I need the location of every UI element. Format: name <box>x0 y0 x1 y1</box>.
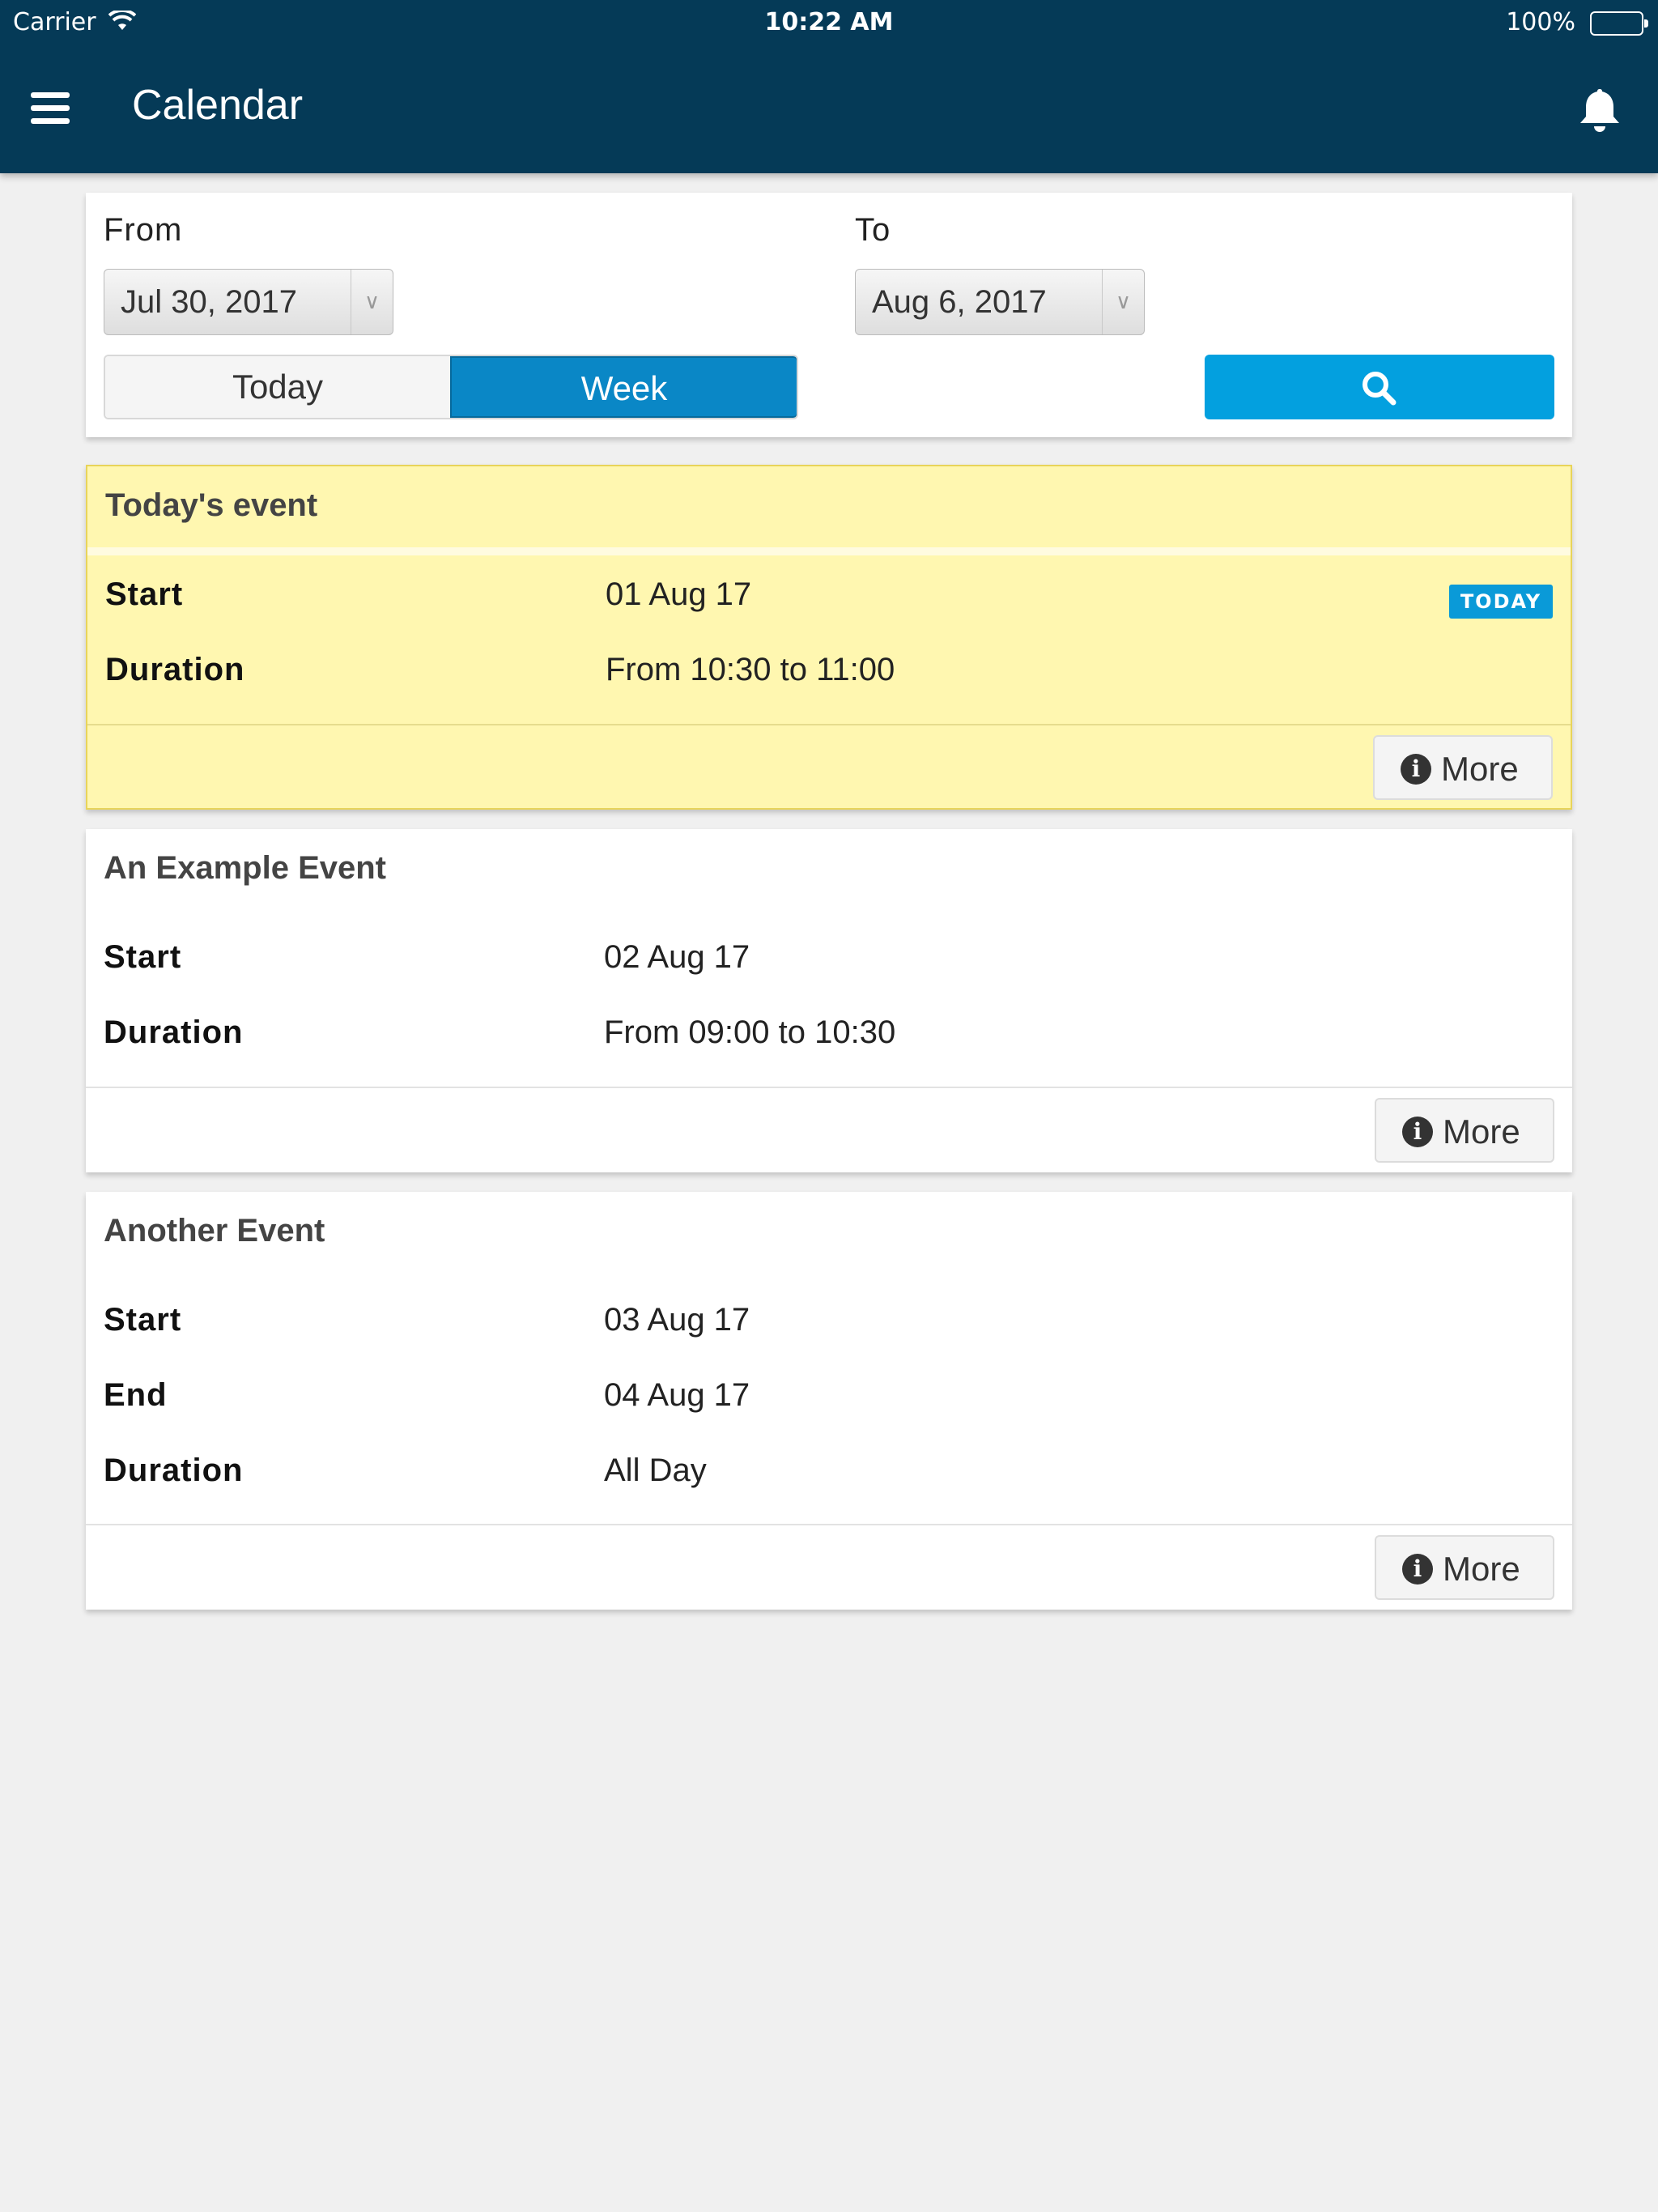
segment-week[interactable]: Week <box>450 356 797 418</box>
start-value: 01 Aug 17 <box>606 576 752 612</box>
today-badge: TODAY <box>1449 585 1553 619</box>
duration-value: From 10:30 to 11:00 <box>606 652 895 687</box>
hamburger-menu-icon[interactable] <box>31 92 70 125</box>
divider <box>86 1524 1572 1525</box>
duration-value: All Day <box>604 1453 707 1488</box>
battery-icon <box>1590 11 1648 36</box>
more-label: More <box>1443 1550 1520 1588</box>
battery-percent: 100% <box>1506 8 1575 36</box>
more-label: More <box>1443 1112 1520 1151</box>
to-label: To <box>855 212 891 248</box>
divider <box>86 1087 1572 1088</box>
start-label: Start <box>104 1302 182 1338</box>
more-label: More <box>1441 750 1519 788</box>
page-title: Calendar <box>132 82 304 129</box>
duration-label: Duration <box>104 1015 244 1050</box>
duration-value: From 09:00 to 10:30 <box>604 1015 896 1050</box>
header-separator <box>87 547 1571 555</box>
date-filter-panel: From Jul 30, 2017 ∨ To Aug 6, 2017 ∨ Tod… <box>86 193 1572 437</box>
start-value: 02 Aug 17 <box>604 939 750 975</box>
start-value: 03 Aug 17 <box>604 1302 750 1338</box>
end-label: End <box>104 1377 168 1413</box>
segment-today[interactable]: Today <box>105 356 450 418</box>
status-bar: Carrier 10:22 AM 100% <box>0 0 1658 45</box>
chevron-down-icon: ∨ <box>351 270 393 334</box>
more-button[interactable]: i More <box>1373 735 1553 800</box>
search-icon <box>1363 372 1397 406</box>
info-icon: i <box>1402 1117 1433 1147</box>
bell-icon[interactable] <box>1577 86 1622 134</box>
start-label: Start <box>104 939 182 975</box>
event-title: Another Event <box>104 1213 325 1249</box>
more-button[interactable]: i More <box>1375 1535 1554 1600</box>
to-date-value: Aug 6, 2017 <box>872 284 1047 320</box>
info-icon: i <box>1401 754 1431 785</box>
duration-label: Duration <box>104 1453 244 1488</box>
event-card-another: Another Event Start 03 Aug 17 End 04 Aug… <box>86 1192 1572 1610</box>
start-label: Start <box>105 576 184 612</box>
event-title: Today's event <box>105 487 318 523</box>
duration-label: Duration <box>105 652 245 687</box>
to-date-select[interactable]: Aug 6, 2017 ∨ <box>855 269 1145 335</box>
event-card-today: Today's event Start 01 Aug 17 TODAY Dura… <box>86 465 1572 810</box>
more-button[interactable]: i More <box>1375 1098 1554 1163</box>
nav-bar: Calendar <box>0 45 1658 173</box>
search-button[interactable] <box>1205 355 1554 419</box>
range-segmented-control: Today Week <box>104 355 798 419</box>
chevron-down-icon: ∨ <box>1102 270 1144 334</box>
info-icon: i <box>1402 1554 1433 1585</box>
from-date-select[interactable]: Jul 30, 2017 ∨ <box>104 269 393 335</box>
end-value: 04 Aug 17 <box>604 1377 750 1413</box>
event-title: An Example Event <box>104 850 387 886</box>
from-label: From <box>104 212 183 248</box>
divider <box>87 724 1571 725</box>
from-date-value: Jul 30, 2017 <box>121 284 297 320</box>
top-bar: Carrier 10:22 AM 100% Calendar <box>0 0 1658 173</box>
clock: 10:22 AM <box>764 8 894 36</box>
event-card-example: An Example Event Start 02 Aug 17 Duratio… <box>86 829 1572 1172</box>
